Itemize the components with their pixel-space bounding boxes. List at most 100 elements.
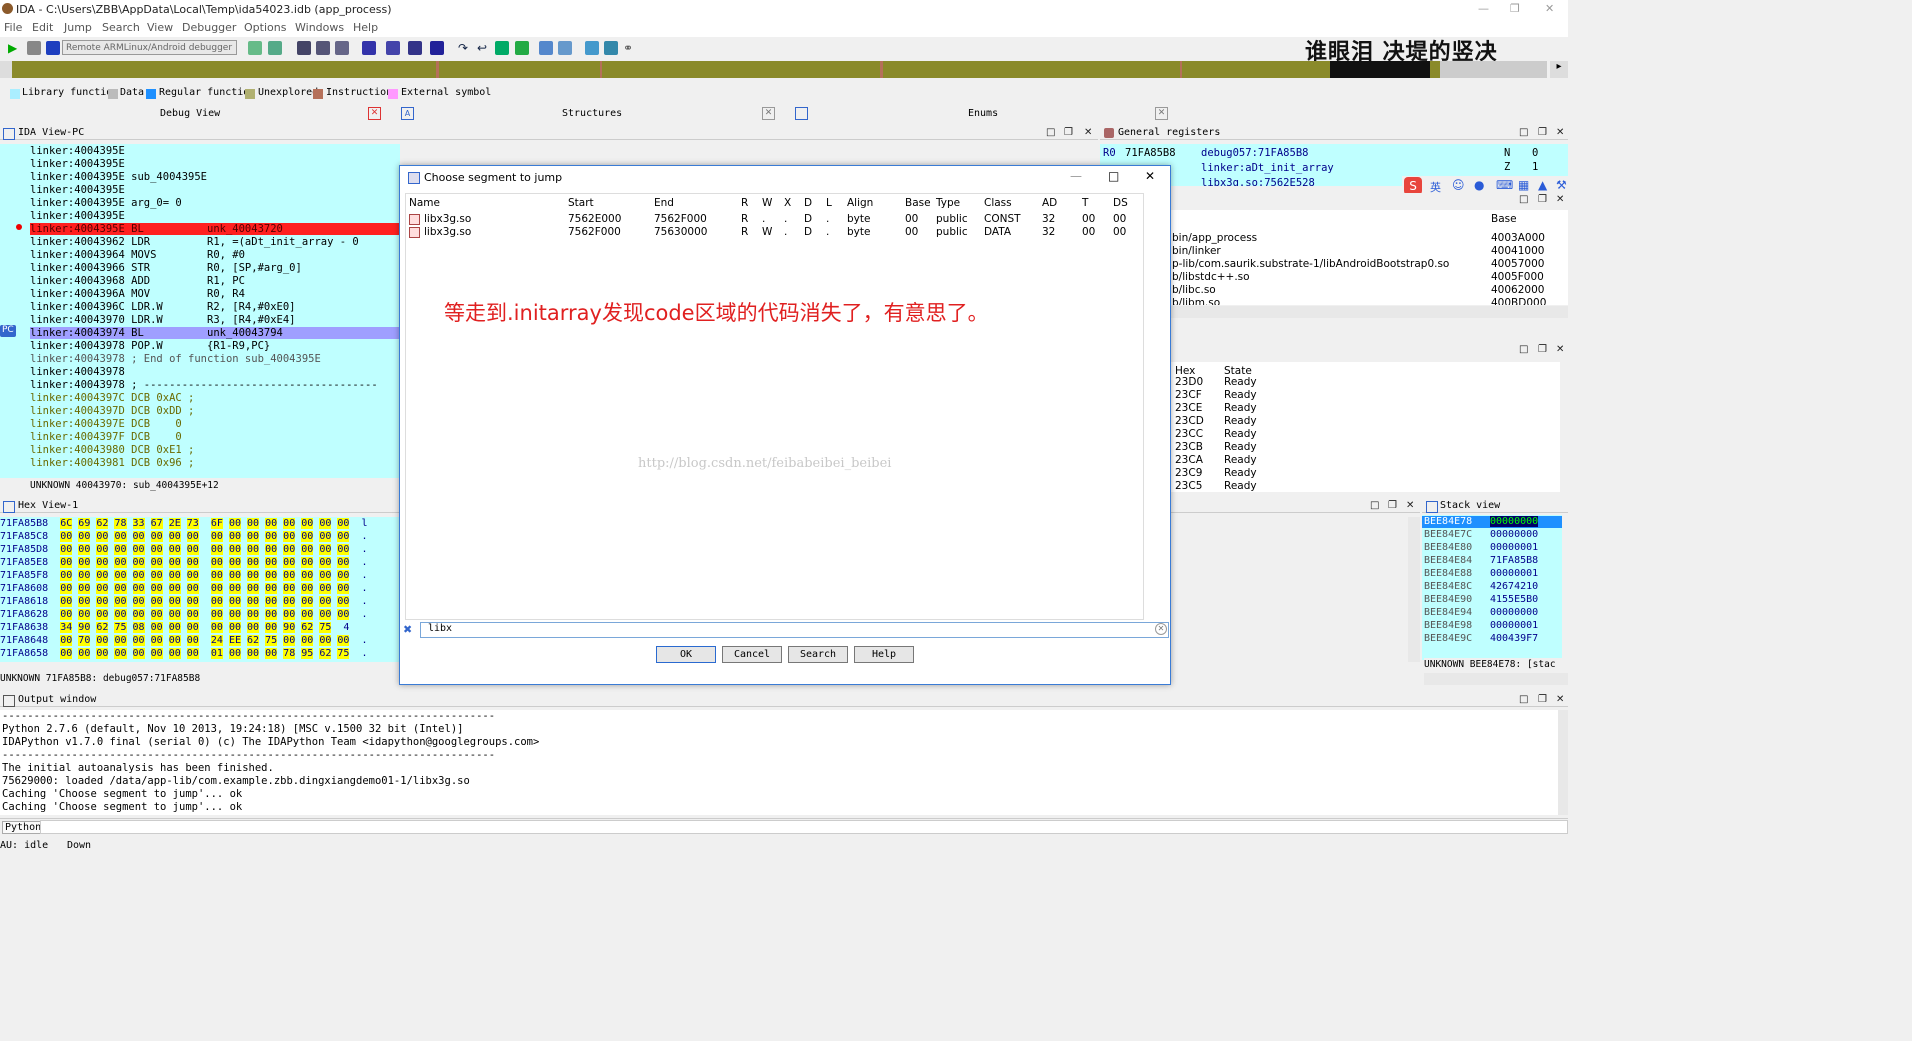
menu-debugger[interactable]: Debugger bbox=[182, 21, 236, 34]
segment-d[interactable]: D bbox=[804, 226, 812, 238]
code-line[interactable]: linker:4004397D DCB 0xDD ; bbox=[30, 405, 194, 417]
flag-value[interactable]: 1 bbox=[1532, 161, 1538, 173]
stack-trace-icon[interactable] bbox=[408, 41, 422, 55]
segment-ds[interactable]: 00 bbox=[1113, 226, 1126, 238]
code-line[interactable]: linker:4004395E sub_4004395E bbox=[30, 171, 207, 183]
code-line[interactable]: linker:4004395E bbox=[30, 184, 125, 196]
output-console[interactable]: ----------------------------------------… bbox=[0, 710, 1558, 815]
stack-address[interactable]: BEE84E98 bbox=[1424, 620, 1472, 631]
module-path[interactable]: p-lib/com.saurik.substrate-1/libAndroidB… bbox=[1172, 258, 1449, 270]
hex-row[interactable]: 71FA85E8 00 00 00 00 00 00 00 00 00 00 0… bbox=[0, 557, 368, 568]
thread-state[interactable]: Ready bbox=[1224, 402, 1257, 414]
column-header-end[interactable]: End bbox=[654, 197, 674, 209]
filter-icon[interactable]: ✖ bbox=[403, 623, 412, 636]
thread-hex[interactable]: 23CB bbox=[1175, 441, 1203, 453]
hex-view-scrollbar[interactable] bbox=[1408, 517, 1420, 662]
close-pane-icon[interactable]: ✕ bbox=[1406, 500, 1414, 511]
column-header-x[interactable]: X bbox=[784, 197, 791, 209]
threads-list[interactable]: Hex State 23D0 Ready 23CF Ready 23CE Rea… bbox=[1170, 362, 1560, 492]
segment-name[interactable]: libx3g.so bbox=[424, 213, 471, 225]
attach-icon[interactable] bbox=[248, 41, 262, 55]
stack-address[interactable]: BEE84E80 bbox=[1424, 542, 1472, 553]
jump-icon[interactable]: ↷ bbox=[458, 41, 472, 55]
segment-l[interactable]: . bbox=[826, 213, 829, 225]
code-line[interactable]: linker:40043978 POP.W {R1-R9,PC} bbox=[30, 340, 270, 352]
thread-hex[interactable]: 23D0 bbox=[1175, 376, 1203, 388]
module-path[interactable]: b/libm.so bbox=[1172, 297, 1220, 305]
thread-state[interactable]: Ready bbox=[1224, 454, 1257, 466]
hex-row[interactable]: 71FA85B8 6C 69 62 78 33 67 2E 73 6F 00 0… bbox=[0, 518, 368, 529]
code-line[interactable]: linker:4004397F DCB 0 bbox=[30, 431, 182, 443]
ime-user-icon[interactable]: ▲ bbox=[1538, 178, 1547, 192]
cancel-button[interactable]: Cancel bbox=[722, 646, 782, 663]
code-line[interactable]: linker:4004396C LDR.W R2, [R4,#0xE0] bbox=[30, 301, 296, 313]
code-line[interactable]: linker:4004397E DCB 0 bbox=[30, 418, 182, 430]
ime-mic-icon[interactable]: ● bbox=[1474, 178, 1484, 192]
stop-icon[interactable] bbox=[46, 41, 60, 55]
step-into-icon[interactable] bbox=[297, 41, 311, 55]
stack-value[interactable]: 71FA85B8 bbox=[1490, 555, 1538, 566]
module-path[interactable]: b/libc.so bbox=[1172, 284, 1216, 296]
close-pane-icon[interactable]: ✕ bbox=[1556, 694, 1564, 705]
detach-icon[interactable] bbox=[268, 41, 282, 55]
module-path[interactable]: bin/linker bbox=[1172, 245, 1221, 257]
stack-address[interactable]: BEE84E90 bbox=[1424, 594, 1472, 605]
segment-x[interactable]: . bbox=[784, 213, 787, 225]
code-line[interactable]: linker:40043962 LDR R1, =(aDt_init_array… bbox=[30, 236, 359, 248]
segment-l[interactable]: . bbox=[826, 226, 829, 238]
segment-w[interactable]: . bbox=[762, 213, 765, 225]
segment-r[interactable]: R bbox=[741, 213, 748, 225]
filter-input[interactable]: libx ✕ bbox=[420, 622, 1169, 638]
code-line[interactable]: linker:40043966 STR R0, [SP,#arg_0] bbox=[30, 262, 302, 274]
thread-state[interactable]: Ready bbox=[1224, 376, 1257, 388]
module-base[interactable]: 4005F000 bbox=[1491, 271, 1544, 283]
stack-address[interactable]: BEE84E9C bbox=[1424, 633, 1472, 644]
close-pane-icon[interactable]: ✕ bbox=[1556, 194, 1564, 205]
ime-skin-icon[interactable]: ▦ bbox=[1518, 178, 1529, 192]
code-line[interactable]: linker:40043964 MOVS R0, #0 bbox=[30, 249, 245, 261]
float-icon[interactable]: □ bbox=[1519, 127, 1528, 138]
segment-base[interactable]: 00 bbox=[905, 226, 918, 238]
ime-tools-icon[interactable]: ⚒ bbox=[1556, 178, 1567, 192]
float-icon[interactable]: □ bbox=[1519, 194, 1528, 205]
segment-class[interactable]: CONST bbox=[984, 213, 1021, 225]
return-icon[interactable]: ↩ bbox=[477, 41, 491, 55]
stack-address[interactable]: BEE84E8C bbox=[1424, 581, 1472, 592]
dialog-maximize-icon[interactable]: □ bbox=[1108, 169, 1119, 183]
segment-ad[interactable]: 32 bbox=[1042, 226, 1055, 238]
segment-ds[interactable]: 00 bbox=[1113, 213, 1126, 225]
modules-list[interactable]: Base bin/app_process 4003A000 bin/linker… bbox=[1170, 210, 1568, 305]
navigation-band[interactable] bbox=[12, 61, 1547, 78]
float-icon[interactable]: □ bbox=[1370, 500, 1379, 511]
memory-icon[interactable] bbox=[558, 41, 572, 55]
module-base[interactable]: 40057000 bbox=[1491, 258, 1544, 270]
segment-class[interactable]: DATA bbox=[984, 226, 1011, 238]
tab-structures[interactable]: Structures bbox=[562, 108, 622, 119]
hex-row[interactable]: 71FA8618 00 00 00 00 00 00 00 00 00 00 0… bbox=[0, 596, 368, 607]
run-icon[interactable]: ▶ bbox=[8, 41, 22, 55]
module-path[interactable]: bin/app_process bbox=[1172, 232, 1257, 244]
thread-state[interactable]: Ready bbox=[1224, 415, 1257, 427]
module-base[interactable]: 4003A000 bbox=[1491, 232, 1545, 244]
stack-address[interactable]: BEE84E84 bbox=[1424, 555, 1472, 566]
tab-close-icon[interactable]: ✕ bbox=[368, 107, 381, 120]
menu-help[interactable]: Help bbox=[353, 21, 378, 34]
module-base[interactable]: 400BD000 bbox=[1491, 297, 1546, 305]
clear-filter-icon[interactable]: ✕ bbox=[1155, 623, 1167, 635]
segment-type[interactable]: public bbox=[936, 226, 968, 238]
hex-row[interactable]: 71FA85D8 00 00 00 00 00 00 00 00 00 00 0… bbox=[0, 544, 368, 555]
stack-value[interactable]: 00000000 bbox=[1490, 607, 1538, 618]
tab-debug-view[interactable]: Debug View bbox=[160, 108, 220, 119]
hex-view-dump[interactable]: 71FA85B8 6C 69 62 78 33 67 2E 73 6F 00 0… bbox=[0, 517, 400, 662]
segment-base[interactable]: 00 bbox=[905, 213, 918, 225]
menu-view[interactable]: View bbox=[147, 21, 173, 34]
minimize-icon[interactable]: — bbox=[1478, 2, 1489, 15]
thread-state[interactable]: Ready bbox=[1224, 480, 1257, 492]
pause-icon[interactable] bbox=[27, 41, 41, 55]
float-icon[interactable]: □ bbox=[1519, 344, 1528, 355]
breakpoint-list-icon[interactable] bbox=[362, 41, 376, 55]
code-line[interactable]: linker:4004395E bbox=[30, 158, 125, 170]
thread-hex[interactable]: 23CD bbox=[1175, 415, 1204, 427]
help-button[interactable]: Help bbox=[854, 646, 914, 663]
code-line[interactable]: linker:40043981 DCB 0x96 ; bbox=[30, 457, 194, 469]
